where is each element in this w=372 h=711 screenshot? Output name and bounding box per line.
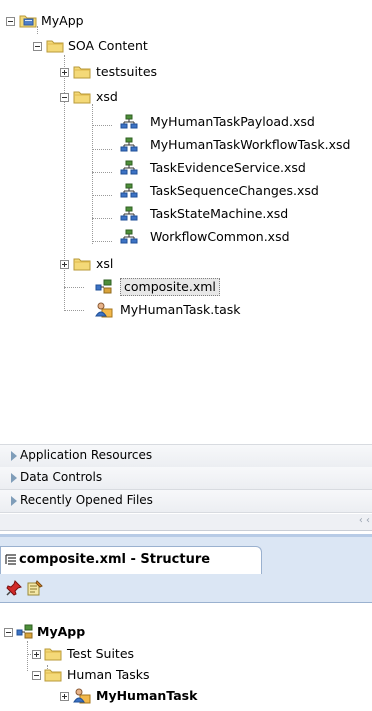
folder-icon [73,64,91,80]
expand-triangle-icon [11,451,17,461]
structure-item-myhumantask[interactable]: MyHumanTask [96,688,197,704]
human-task-icon [95,302,113,318]
folder-icon [73,256,91,272]
composite-icon [16,624,34,640]
tree-item-xsd-file[interactable]: TaskSequenceChanges.xsd [150,183,319,199]
tab-structure[interactable]: composite.xml - Structure [0,546,262,574]
tree-item-xsl[interactable]: xsl [96,256,113,272]
composite-icon [95,279,113,295]
collapse-toggle[interactable] [4,628,13,637]
tree-item-myapp[interactable]: MyApp [41,13,84,29]
folder-icon [44,667,62,683]
horizontal-scrollbar[interactable]: ‹ ‹ [0,514,372,531]
expand-triangle-icon [11,473,17,483]
xsd-schema-icon [120,114,138,130]
xsd-schema-icon [120,137,138,153]
tree-item-testsuites[interactable]: testsuites [96,64,157,80]
xsd-schema-icon [120,160,138,176]
accordion-data-controls[interactable]: Data Controls [0,467,372,490]
structure-item-myapp[interactable]: MyApp [37,624,85,640]
xsd-schema-icon [120,229,138,245]
expand-toggle[interactable] [32,650,41,659]
tree-item-soa-content[interactable]: SOA Content [68,38,148,54]
human-task-icon [73,688,91,704]
tree-item-xsd-file[interactable]: MyHumanTaskPayload.xsd [150,114,315,130]
accordion-application-resources[interactable]: Application Resources [0,444,372,468]
accordion-label: Recently Opened Files [20,493,153,507]
scroll-left-icon[interactable]: ‹ ‹ [359,515,370,526]
collapse-toggle[interactable] [33,42,42,51]
structure-tab-title: composite.xml - Structure [19,552,211,567]
xsd-schema-icon [120,183,138,199]
structure-toolbar [0,574,372,603]
edit-properties-icon[interactable] [27,580,43,599]
expand-toggle[interactable] [60,68,69,77]
accordion-label: Application Resources [20,448,153,462]
folder-icon [44,646,62,662]
tree-item-human-task[interactable]: MyHumanTask.task [120,302,241,318]
expand-triangle-icon [11,496,17,506]
xsd-schema-icon [120,206,138,222]
accordion-label: Data Controls [20,470,103,484]
collapse-toggle[interactable] [6,17,15,26]
application-folder-icon [19,13,37,29]
folder-icon [73,89,91,105]
folder-icon [46,38,64,54]
expand-toggle[interactable] [60,260,69,269]
pin-icon[interactable] [6,580,22,599]
tree-item-xsd[interactable]: xsd [96,89,118,105]
collapse-toggle[interactable] [32,671,41,680]
tree-item-xsd-file[interactable]: TaskStateMachine.xsd [150,206,288,222]
structure-item-test-suites[interactable]: Test Suites [67,646,134,662]
collapse-toggle[interactable] [60,93,69,102]
tree-item-xsd-file[interactable]: WorkflowCommon.xsd [150,229,290,245]
structure-tab-icon [5,553,17,565]
expand-toggle[interactable] [60,692,69,701]
tree-item-xsd-file[interactable]: MyHumanTaskWorkflowTask.xsd [150,137,350,153]
tree-item-composite[interactable]: composite.xml [120,278,220,296]
structure-item-human-tasks[interactable]: Human Tasks [67,667,150,683]
accordion-recently-opened-files[interactable]: Recently Opened Files [0,490,372,513]
tree-item-xsd-file[interactable]: TaskEvidenceService.xsd [150,160,306,176]
